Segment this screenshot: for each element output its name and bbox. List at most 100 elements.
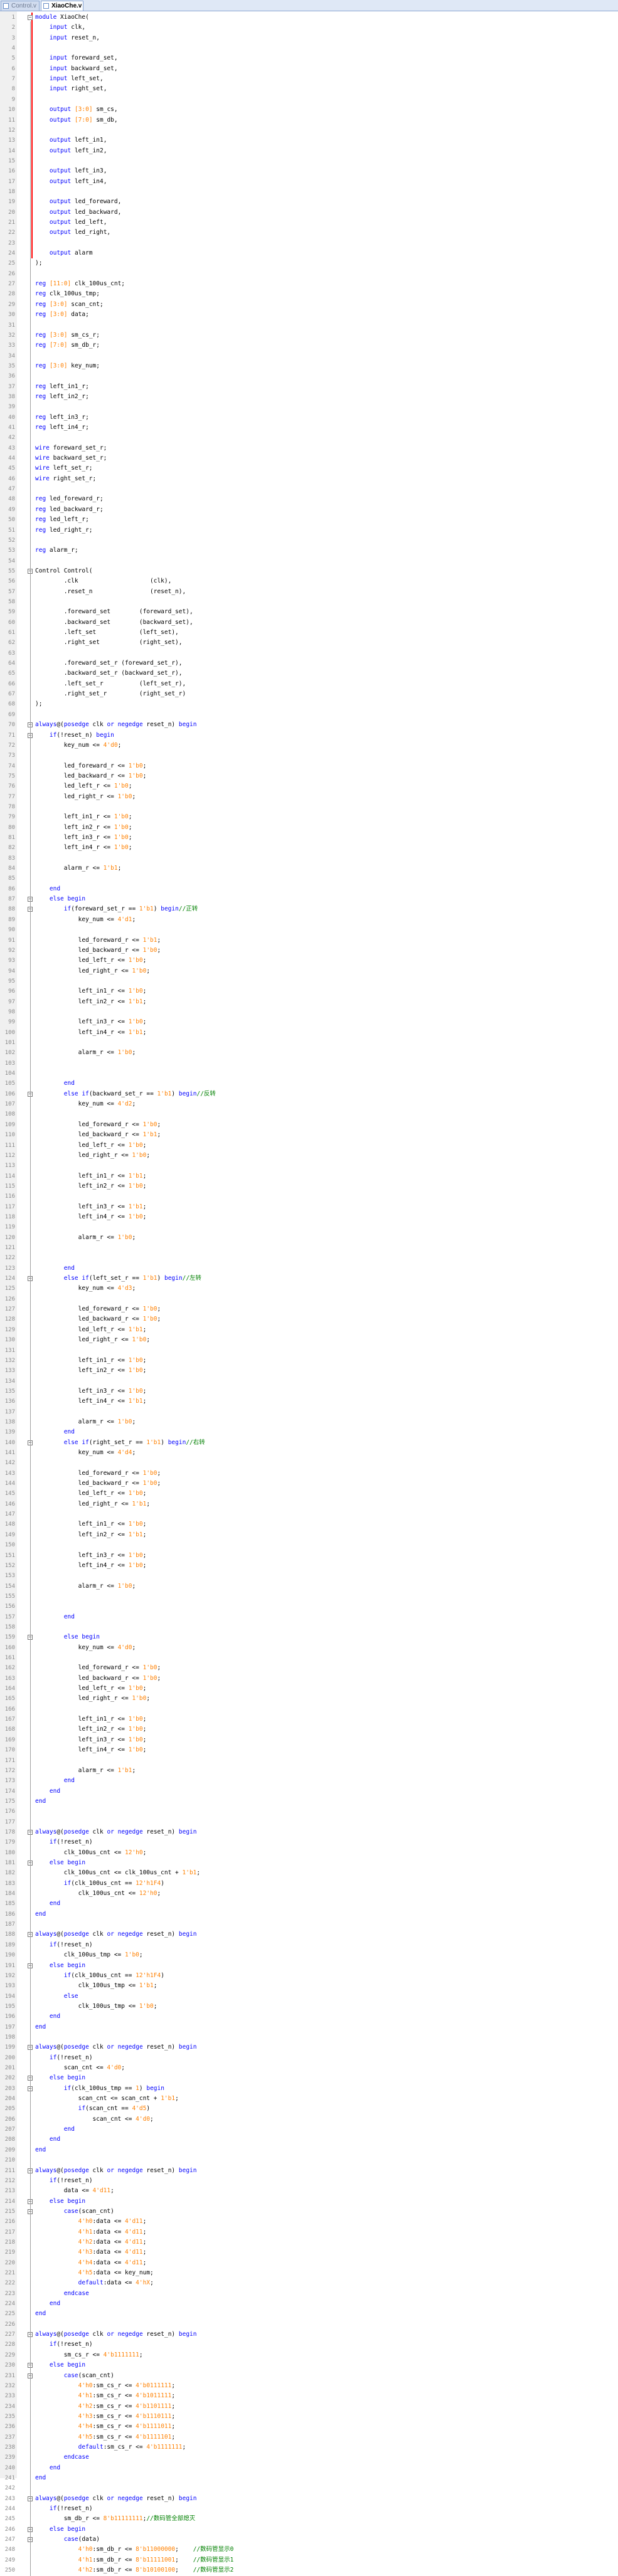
code-line[interactable]: output left_in1,	[35, 135, 107, 145]
code-line[interactable]: end	[35, 2012, 60, 2022]
code-line[interactable]: key_num <= 4'd1;	[35, 915, 136, 925]
code-line[interactable]: end	[35, 1776, 75, 1786]
code-line[interactable]: led_right_r <= 1'b0;	[35, 1151, 150, 1161]
code-line[interactable]: end	[35, 1787, 60, 1797]
code-line[interactable]: .backward_set_r (backward_set_r),	[35, 668, 183, 678]
code-line[interactable]: else begin	[35, 1961, 85, 1971]
code-line[interactable]: output alarm	[35, 248, 93, 258]
code-line[interactable]: if(foreward_set_r == 1'b1) begin//正转	[35, 904, 198, 914]
code-line[interactable]: led_right_r <= 1'b0;	[35, 966, 150, 976]
code-line[interactable]: sm_cs_r <= 4'b1111111;	[35, 2350, 143, 2360]
code-line[interactable]: .left_set (left_set),	[35, 628, 179, 638]
code-line[interactable]: left_in1_r <= 1'b1;	[35, 1171, 147, 1181]
code-line[interactable]: );	[35, 699, 42, 709]
code-line[interactable]: .right_set (right_set),	[35, 638, 183, 648]
code-line[interactable]: left_in4_r <= 1'b0;	[35, 843, 132, 853]
code-line[interactable]: reg [3:0] data;	[35, 310, 89, 320]
code-line[interactable]: key_num <= 4'd3;	[35, 1284, 136, 1294]
code-line[interactable]: endcase	[35, 2289, 89, 2299]
code-line[interactable]: 4'h1:sm_cs_r <= 4'b1011111;	[35, 2391, 175, 2401]
code-line[interactable]: endcase	[35, 2452, 89, 2463]
code-line[interactable]: reg led_backward_r;	[35, 505, 104, 515]
code-line[interactable]: led_foreward_r <= 1'b0;	[35, 1120, 161, 1130]
code-line[interactable]: reg left_in3_r;	[35, 413, 89, 423]
code-line[interactable]: key_num <= 4'd2;	[35, 1099, 136, 1109]
code-line[interactable]: left_in2_r <= 1'b1;	[35, 1530, 147, 1540]
code-line[interactable]: key_num <= 4'd0;	[35, 741, 122, 751]
code-line[interactable]: led_foreward_r <= 1'b0;	[35, 761, 147, 771]
code-line[interactable]: end	[35, 1909, 46, 1919]
code-line[interactable]: else if(backward_set_r == 1'b1) begin//反…	[35, 1089, 216, 1099]
code-line[interactable]: led_left_r <= 1'b0;	[35, 956, 147, 966]
code-line[interactable]: led_right_r <= 1'b1;	[35, 1499, 150, 1509]
code-line[interactable]: always@(posedge clk or negedge reset_n) …	[35, 2494, 196, 2504]
code-line[interactable]: reg left_in2_r;	[35, 392, 89, 402]
code-line[interactable]: reg [3:0] sm_cs_r;	[35, 330, 100, 340]
code-line[interactable]: left_in3_r <= 1'b0;	[35, 1735, 147, 1745]
code-line[interactable]: 4'h2:sm_db_r <= 8'b10100100; //数码管显示2	[35, 2565, 234, 2575]
code-line[interactable]: end	[35, 2299, 60, 2309]
code-line[interactable]: if(clk_100us_cnt == 12'h1F4)	[35, 1879, 164, 1889]
code-line[interactable]: .right_set_r (right_set_r)	[35, 689, 186, 699]
code-line[interactable]: led_foreward_r <= 1'b1;	[35, 936, 161, 946]
code-line[interactable]: );	[35, 258, 42, 268]
code-line[interactable]: led_backward_r <= 1'b1;	[35, 1130, 161, 1140]
code-line[interactable]: reg led_right_r;	[35, 525, 93, 536]
code-line[interactable]: end	[35, 884, 60, 894]
code-line[interactable]: Control Control(	[35, 566, 93, 576]
code-line[interactable]: .left_set_r (left_set_r),	[35, 679, 186, 689]
tab-control-v[interactable]: Control.v	[1, 1, 40, 11]
code-line[interactable]: clk_100us_cnt <= clk_100us_cnt + 1'b1;	[35, 1868, 200, 1878]
code-line[interactable]: end	[35, 2463, 60, 2473]
code-line[interactable]: led_right_r <= 1'b0;	[35, 1335, 150, 1345]
code-line[interactable]: reg [7:0] sm_db_r;	[35, 340, 100, 351]
code-line[interactable]: reg left_in4_r;	[35, 423, 89, 433]
code-line[interactable]: reg [3:0] scan_cnt;	[35, 300, 104, 310]
code-line[interactable]: led_left_r <= 1'b0;	[35, 1684, 147, 1694]
code-line[interactable]: if(!reset_n) begin	[35, 731, 114, 741]
code-line[interactable]: alarm_r <= 1'b0;	[35, 1233, 136, 1243]
code-line[interactable]: reg led_left_r;	[35, 515, 89, 525]
code-line[interactable]: led_backward_r <= 1'b0;	[35, 1314, 161, 1324]
code-line[interactable]: if(!reset_n)	[35, 2176, 93, 2186]
code-line[interactable]: always@(posedge clk or negedge reset_n) …	[35, 2166, 196, 2176]
code-line[interactable]: input clk,	[35, 23, 85, 33]
code-line[interactable]: clk_100us_tmp <= 1'b0;	[35, 1950, 143, 1960]
code-line[interactable]: if(!reset_n)	[35, 2504, 93, 2514]
code-line[interactable]: scan_cnt <= scan_cnt + 1'b1;	[35, 2094, 179, 2104]
code-line[interactable]: end	[35, 1612, 75, 1622]
code-line[interactable]: .reset_n (reset_n),	[35, 587, 186, 597]
code-line[interactable]: else begin	[35, 2360, 85, 2370]
code-line[interactable]: 4'h1:sm_db_r <= 8'b11111001; //数码管显示1	[35, 2555, 234, 2565]
code-line[interactable]: left_in3_r <= 1'b0;	[35, 833, 132, 843]
code-line[interactable]: always@(posedge clk or negedge reset_n) …	[35, 2330, 196, 2340]
code-line[interactable]: else if(left_set_r == 1'b1) begin//左转	[35, 1274, 201, 1284]
code-line[interactable]: scan_cnt <= 4'd0;	[35, 2063, 125, 2073]
code-line[interactable]: end	[35, 1427, 75, 1437]
code-line[interactable]: 4'h3:data <= 4'd11;	[35, 2247, 147, 2257]
code-line[interactable]: clk_100us_tmp <= 1'b0;	[35, 2002, 157, 2012]
code-line[interactable]: clk_100us_cnt <= 12'h0;	[35, 1848, 147, 1858]
code-line[interactable]: module XiaoChe(	[35, 13, 89, 23]
code-line[interactable]: left_in3_r <= 1'b0;	[35, 1386, 147, 1396]
code-line[interactable]: reg led_foreward_r;	[35, 494, 104, 504]
code-line[interactable]: end	[35, 1899, 60, 1909]
code-line[interactable]: led_foreward_r <= 1'b0;	[35, 1304, 161, 1314]
code-line[interactable]: led_backward_r <= 1'b0;	[35, 1674, 161, 1684]
code-line[interactable]: alarm_r <= 1'b1;	[35, 863, 122, 874]
code-line[interactable]: end	[35, 1797, 46, 1807]
code-line[interactable]: led_left_r <= 1'b0;	[35, 781, 132, 791]
code-line[interactable]: end	[35, 2135, 60, 2145]
code-line[interactable]: .clk (clk),	[35, 576, 172, 586]
code-line[interactable]: input reset_n,	[35, 33, 100, 43]
code-line[interactable]: .foreward_set_r (foreward_set_r),	[35, 658, 183, 668]
code-line[interactable]: alarm_r <= 1'b1;	[35, 1766, 136, 1776]
code-line[interactable]: end	[35, 2473, 46, 2483]
code-line[interactable]: led_backward_r <= 1'b0;	[35, 946, 161, 956]
code-line[interactable]: clk_100us_cnt <= 12'h0;	[35, 1889, 161, 1899]
code-line[interactable]: alarm_r <= 1'b0;	[35, 1417, 136, 1427]
code-line[interactable]: end	[35, 2022, 46, 2032]
code-line[interactable]: else begin	[35, 1632, 100, 1642]
code-line[interactable]: wire left_set_r;	[35, 463, 93, 473]
code-line[interactable]: 4'h0:data <= 4'd11;	[35, 2217, 147, 2227]
